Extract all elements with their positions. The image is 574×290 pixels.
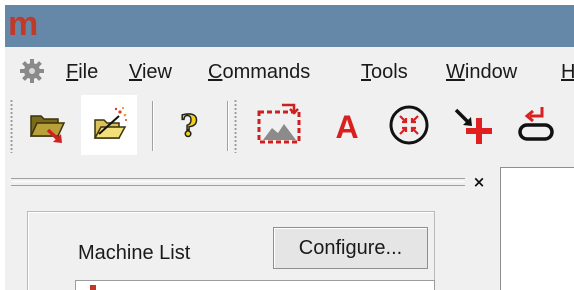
menu-window-label: indow	[464, 61, 518, 83]
panel-header[interactable]: ×	[5, 170, 500, 196]
dashed-frame-icon	[257, 103, 301, 144]
help-question-icon: ?	[179, 108, 198, 145]
menu-help-accel: H	[561, 61, 574, 83]
menu-commands-label: ommands	[222, 61, 311, 83]
text-tool-button[interactable]: A	[319, 95, 375, 155]
frame-tool-button[interactable]	[251, 95, 307, 155]
menu-commands-accel: C	[208, 61, 223, 83]
machine-list[interactable]	[75, 280, 435, 290]
toolbar-separator	[152, 101, 154, 151]
open-folder-arrow-icon	[29, 115, 66, 143]
menu-view-accel: V	[129, 61, 142, 83]
application-window: m File View Commands Tools Window H ? A …	[5, 5, 574, 290]
add-point-button[interactable]	[445, 95, 501, 155]
menu-window-accel: W	[446, 61, 465, 83]
toolbar-grip[interactable]	[234, 99, 237, 153]
menu-file-label: ile	[78, 61, 99, 83]
workspace-pane[interactable]	[500, 167, 574, 290]
list-item-marker	[90, 285, 96, 290]
toolbar: ? A	[5, 93, 574, 159]
svg-text:A: A	[335, 109, 358, 145]
svg-text:?: ?	[180, 109, 198, 144]
menu-bar: File View Commands Tools Window H	[5, 52, 574, 90]
circle-target-icon	[389, 105, 429, 145]
title-bar: m	[5, 5, 574, 47]
gear-icon[interactable]	[19, 58, 45, 84]
menu-file-accel: F	[66, 61, 79, 83]
toolbar-separator	[227, 101, 229, 151]
return-shape-icon	[518, 107, 554, 141]
configure-button[interactable]: Configure...	[273, 227, 428, 269]
menu-tools-label: ools	[371, 61, 408, 83]
toolbar-grip[interactable]	[10, 99, 13, 153]
open-button[interactable]	[20, 95, 76, 155]
open-new-button[interactable]	[81, 95, 137, 155]
machine-list-label: Machine List	[78, 242, 191, 264]
menu-help[interactable]: H	[561, 61, 574, 83]
menu-tools[interactable]: Tools	[361, 61, 408, 83]
help-button[interactable]: ?	[161, 95, 217, 155]
target-tool-button[interactable]	[381, 95, 437, 155]
arrow-plus-icon	[454, 108, 492, 144]
menu-view[interactable]: View	[129, 61, 172, 83]
panel-grip[interactable]	[11, 178, 465, 186]
open-folder-sparkle-icon	[93, 106, 127, 139]
menu-file[interactable]: File	[66, 61, 98, 83]
menu-tools-accel: T	[361, 61, 371, 83]
menu-window[interactable]: Window	[446, 61, 517, 83]
menu-view-label: iew	[141, 61, 172, 83]
panel-close-button[interactable]: ×	[471, 172, 487, 192]
text-a-icon: A	[335, 109, 358, 145]
return-tool-button[interactable]	[505, 95, 561, 155]
app-logo: m	[8, 5, 38, 43]
menu-commands[interactable]: Commands	[208, 61, 310, 83]
